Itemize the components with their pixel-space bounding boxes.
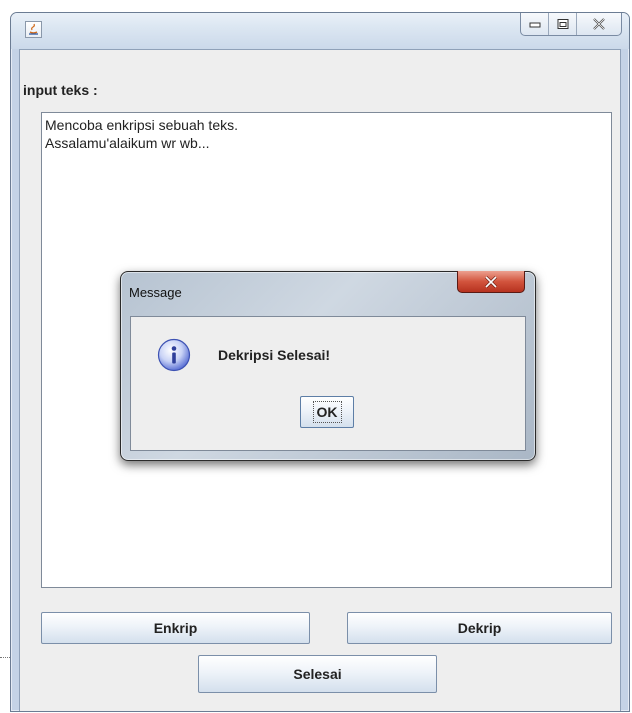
ok-button-label: OK [312,401,342,423]
finish-button[interactable]: Selesai [198,655,437,693]
dialog-message: Dekripsi Selesai! [218,347,331,363]
window-controls [520,13,622,36]
dotted-guide-line [0,657,10,658]
minimize-icon [529,22,540,28]
maximize-icon [557,19,568,29]
text-line: Mencoba enkripsi sebuah teks. [45,117,238,133]
close-icon [593,18,605,30]
minimize-button[interactable] [521,13,549,35]
dialog-title: Message [129,285,182,300]
close-button[interactable] [577,13,621,35]
close-icon [484,275,498,288]
java-app-icon [25,21,42,38]
decrypt-button[interactable]: Dekrip [347,612,612,644]
encrypt-button-label: Enkrip [153,620,198,636]
maximize-button[interactable] [549,13,577,35]
ok-button[interactable]: OK [300,396,354,428]
finish-button-label: Selesai [293,666,342,682]
text-line: Assalamu'alaikum wr wb... [45,135,210,151]
dialog-body: Dekripsi Selesai! OK [130,316,526,451]
window-titlebar[interactable] [11,13,629,49]
message-dialog: Message Dekripsi Selesai! OK [120,271,536,461]
encrypt-button[interactable]: Enkrip [41,612,310,644]
decrypt-button-label: Dekrip [457,620,502,636]
input-label: input teks : [23,82,98,98]
dialog-close-button[interactable] [457,271,525,293]
info-icon [157,338,191,372]
